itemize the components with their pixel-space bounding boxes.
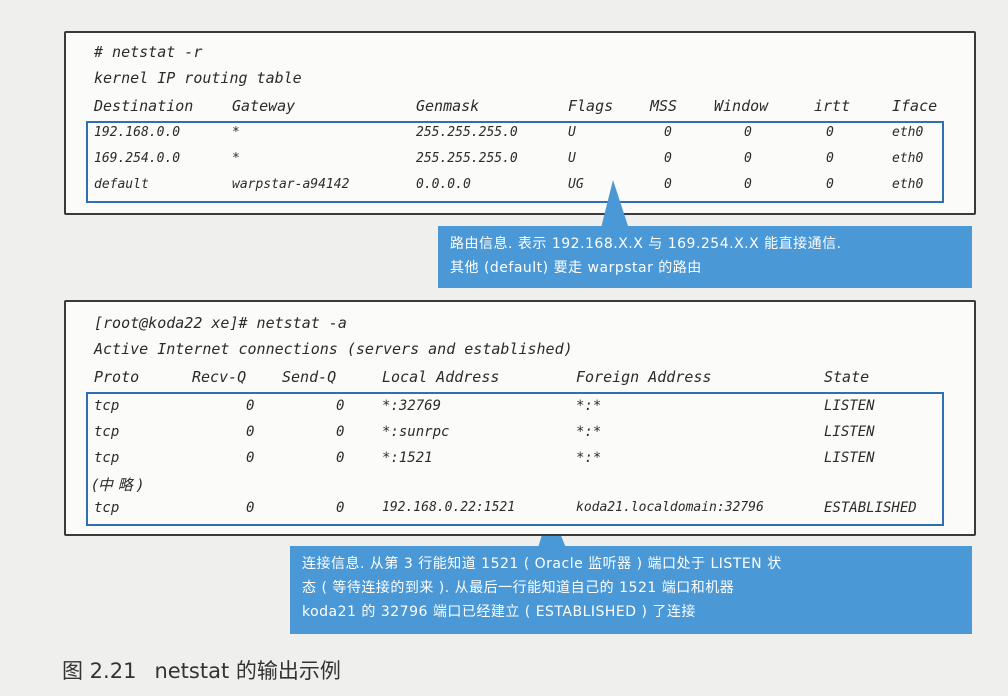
connections-cell: 0 (246, 500, 255, 516)
connections-cell: koda21.localdomain:32796 (576, 500, 764, 515)
routing-cell: default (94, 177, 149, 192)
routing-cell: 0 (744, 177, 752, 192)
routing-cell: 0 (664, 125, 672, 140)
routing-cell: 255.255.255.0 (416, 151, 518, 166)
connections-command: [root@koda22 xe]# netstat -a (94, 314, 347, 332)
connections-cell: *:1521 (382, 450, 433, 466)
routing-cell: 0 (826, 177, 834, 192)
routing-header-genmask: Genmask (416, 97, 480, 115)
routing-header-irtt: irtt (814, 97, 851, 115)
routing-cell: * (232, 151, 240, 166)
connections-cell: 0 (336, 424, 345, 440)
routing-cell: eth0 (892, 125, 924, 140)
figure-caption: 图 2.21 netstat 的输出示例 (62, 655, 341, 685)
routing-cell: 0 (664, 151, 672, 166)
routing-cell: 0 (664, 177, 672, 192)
routing-cell: 169.254.0.0 (94, 151, 181, 166)
omitted-marker: (中 略 ) (92, 476, 144, 494)
connections-header-foreign-address: Foreign Address (576, 368, 712, 386)
connections-header-local-address: Local Address (382, 368, 500, 386)
routing-callout-line: 路由信息. 表示 192.168.X.X 与 169.254.X.X 能直接通信… (450, 236, 842, 252)
routing-cell: U (568, 151, 576, 166)
routing-cell: 0 (744, 125, 752, 140)
routing-cell: warpstar-a94142 (232, 177, 350, 192)
routing-header-flags: Flags (568, 97, 614, 115)
connections-cell: *:* (576, 424, 602, 440)
routing-table-panel: # netstat -r kernel IP routing table Des… (64, 31, 976, 215)
connections-cell: 0 (246, 450, 255, 466)
routing-cell: U (568, 125, 576, 140)
routing-cell: 0 (744, 151, 752, 166)
connections-cell: *:* (576, 450, 602, 466)
routing-cell: 255.255.255.0 (416, 125, 518, 140)
routing-cell: * (232, 125, 240, 140)
figure-number: 图 2.21 (62, 659, 137, 683)
connections-header-proto: Proto (94, 368, 140, 386)
connections-cell: tcp (94, 398, 120, 414)
connections-callout: 连接信息. 从第 3 行能知道 1521 ( Oracle 监听器 ) 端口处于… (290, 546, 972, 634)
connections-cell: 0 (336, 500, 345, 516)
connections-cell: tcp (94, 450, 120, 466)
connections-cell: *:sunrpc (382, 424, 450, 440)
connections-cell: 0 (246, 424, 255, 440)
connections-cell: LISTEN (824, 450, 875, 466)
routing-cell: eth0 (892, 151, 924, 166)
connections-callout-line: 态 ( 等待连接的到来 ). 从最后一行能知道自己的 1521 端口和机器 (302, 580, 735, 596)
connections-panel: [root@koda22 xe]# netstat -a Active Inte… (64, 300, 976, 536)
connections-cell: 0 (336, 398, 345, 414)
routing-header-gateway: Gateway (232, 97, 296, 115)
connections-cell: 0 (246, 398, 255, 414)
routing-cell: UG (568, 177, 584, 192)
connections-cell: tcp (94, 500, 120, 516)
connections-cell: *:* (576, 398, 602, 414)
connections-cell: ESTABLISHED (824, 500, 917, 516)
routing-header-destination: Destination (94, 97, 194, 115)
routing-header-iface: Iface (892, 97, 938, 115)
routing-cell: 0 (826, 125, 834, 140)
routing-command: # netstat -r (94, 43, 203, 61)
routing-cell: 0 (826, 151, 834, 166)
connections-callout-line: koda21 的 32796 端口已经建立 ( ESTABLISHED ) 了连… (302, 604, 696, 620)
connections-cell: 192.168.0.22:1521 (382, 500, 516, 515)
routing-cell: 0.0.0.0 (416, 177, 471, 192)
connections-title: Active Internet connections (servers and… (94, 340, 573, 358)
routing-cell: eth0 (892, 177, 924, 192)
connections-header-sendq: Send-Q (282, 368, 337, 386)
connections-cell: LISTEN (824, 398, 875, 414)
figure-title: netstat 的输出示例 (154, 659, 341, 683)
routing-header-window: Window (714, 97, 769, 115)
routing-title: kernel IP routing table (94, 69, 302, 87)
connections-cell: *:32769 (382, 398, 442, 414)
routing-cell: 192.168.0.0 (94, 125, 181, 140)
connections-cell: 0 (336, 450, 345, 466)
routing-callout: 路由信息. 表示 192.168.X.X 与 169.254.X.X 能直接通信… (438, 226, 972, 288)
connections-header-recvq: Recv-Q (192, 368, 247, 386)
connections-callout-line: 连接信息. 从第 3 行能知道 1521 ( Oracle 监听器 ) 端口处于… (302, 556, 782, 572)
connections-cell: LISTEN (824, 424, 875, 440)
connections-cell: tcp (94, 424, 120, 440)
routing-callout-line: 其他 (default) 要走 warpstar 的路由 (450, 260, 702, 276)
routing-header-mss: MSS (650, 97, 678, 115)
connections-header-state: State (824, 368, 870, 386)
